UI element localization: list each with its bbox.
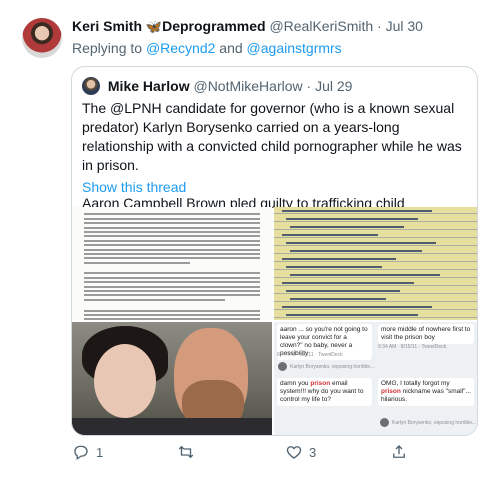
like-button[interactable]: 3 — [285, 441, 316, 463]
tweet-header: Keri Smith 🦋Deprogrammed @RealKeriSmith … — [72, 18, 485, 35]
handwritten-letter-image[interactable] — [274, 207, 477, 320]
quoted-paragraph-1: The @LPNH candidate for governor (who is… — [82, 100, 462, 173]
reply-count: 1 — [96, 444, 104, 460]
chat-avatar — [278, 362, 287, 371]
reply-button[interactable]: 1 — [72, 441, 103, 463]
retweet-icon — [178, 445, 194, 459]
author-avatar[interactable] — [22, 18, 62, 58]
share-button[interactable] — [390, 441, 414, 463]
chat-timestamp-1: 8:44 PM · 3/5/11 · TweetDeck — [277, 352, 343, 358]
retweet-button[interactable] — [177, 441, 201, 463]
court-document-image[interactable] — [72, 207, 272, 320]
couple-photo-image[interactable] — [72, 322, 272, 435]
quoted-author-handle: @NotMikeHarlow — [193, 78, 303, 94]
quoted-tweet[interactable]: Mike Harlow @NotMikeHarlow · Jul 29 The … — [71, 66, 478, 436]
reply-mention-1[interactable]: @Recynd2 — [146, 40, 215, 56]
chat-avatar — [380, 418, 389, 427]
author-handle[interactable]: @RealKeriSmith — [269, 18, 373, 34]
quoted-author-avatar — [82, 77, 100, 95]
quoted-author-name: Mike Harlow — [107, 78, 190, 94]
media-grid: aaron ... so you're not going to leave y… — [72, 207, 477, 435]
chat-user-2: Karlyn Borysenko, exposing horrible... — [392, 420, 477, 426]
chat-message-4: OMG, I totally forgot my prison nickname… — [378, 378, 474, 406]
heart-icon — [286, 446, 302, 459]
share-icon — [393, 445, 405, 458]
tweet-screenshot-image[interactable]: aaron ... so you're not going to leave y… — [274, 322, 477, 435]
reply-icon — [74, 445, 88, 461]
tweet-actions: 1 3 — [72, 441, 492, 465]
tweet-date[interactable]: Jul 30 — [386, 18, 423, 34]
butterfly-emoji-icon: 🦋 — [145, 19, 163, 34]
quoted-tweet-header: Mike Harlow @NotMikeHarlow · Jul 29 — [82, 77, 352, 95]
chat-timestamp-2: 9:34 AM · 8/15/11 · TweetDeck — [378, 344, 447, 350]
chat-message-2: more middle of nowhere first to visit th… — [378, 324, 474, 344]
author-name[interactable]: Keri Smith 🦋Deprogrammed — [72, 18, 269, 34]
chat-user-1: Karlyn Borysenko, exposing horrible... — [290, 364, 375, 370]
quoted-tweet-date: Jul 29 — [315, 78, 353, 94]
dot-separator: · — [306, 78, 312, 94]
replying-to: Replying to @Recynd2 and @againstgrmrs — [72, 40, 342, 56]
reply-mention-2[interactable]: @againstgrmrs — [247, 40, 342, 56]
like-count: 3 — [309, 444, 317, 460]
chat-message-3: damn you prison email system!!! why do y… — [277, 378, 372, 406]
dot-separator: · — [377, 18, 382, 34]
show-thread-link[interactable]: Show this thread — [82, 179, 186, 195]
